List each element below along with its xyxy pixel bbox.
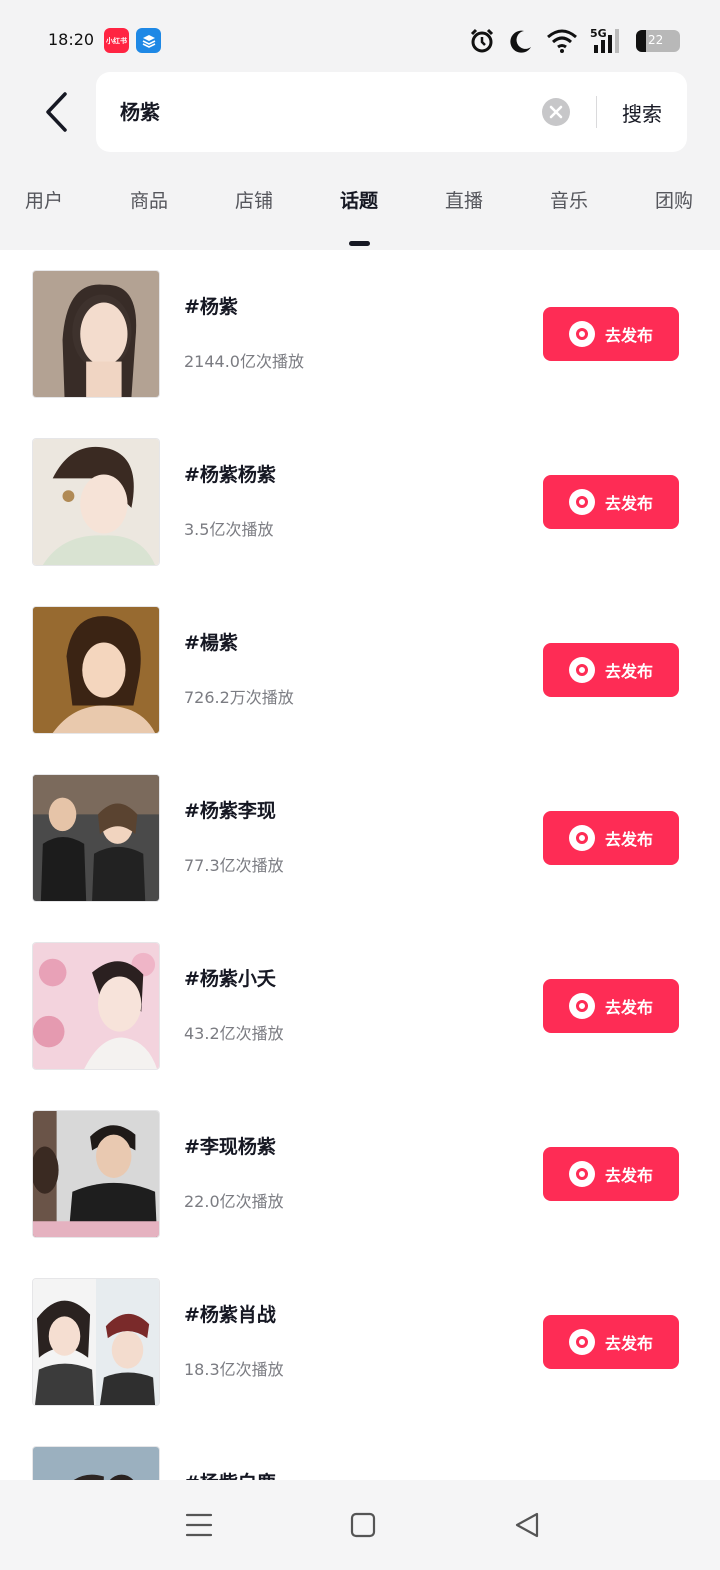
publish-label: 去发布 <box>604 326 653 345</box>
publish-label: 去发布 <box>604 662 653 681</box>
topic-row[interactable]: #杨紫小夭 43.2亿次播放 去发布 <box>0 922 720 1090</box>
topic-thumbnail <box>32 942 160 1070</box>
status-time: 18:20 <box>48 30 95 49</box>
tab-topics[interactable]: 话题 <box>340 186 378 213</box>
topic-title: #杨紫 <box>184 296 238 318</box>
topic-thumbnail <box>32 438 160 566</box>
camera-icon <box>568 321 595 347</box>
battery-level: 22 <box>648 33 664 47</box>
topic-title: #杨紫肖战 <box>184 1304 276 1326</box>
layers-app-icon <box>136 28 161 53</box>
tab-music[interactable]: 音乐 <box>550 186 588 213</box>
topic-views: 2144.0亿次播放 <box>184 352 304 371</box>
publish-label: 去发布 <box>604 998 653 1017</box>
search-box[interactable]: 杨紫 搜索 <box>96 72 687 152</box>
publish-button[interactable]: 去发布 <box>543 1147 679 1201</box>
topic-thumbnail <box>32 606 160 734</box>
topic-row[interactable]: #杨紫肖战 18.3亿次播放 去发布 <box>0 1258 720 1426</box>
tab-products[interactable]: 商品 <box>130 186 168 213</box>
xiaohongshu-app-icon: 小红书 <box>104 28 129 53</box>
topic-title: #杨紫李现 <box>184 800 276 822</box>
camera-icon <box>568 1329 595 1355</box>
topic-row[interactable]: #杨紫 2144.0亿次播放 去发布 <box>0 250 720 418</box>
topic-row[interactable]: #李现杨紫 22.0亿次播放 去发布 <box>0 1090 720 1258</box>
topic-views: 726.2万次播放 <box>184 688 294 707</box>
close-icon <box>549 105 563 119</box>
topic-row[interactable]: #楊紫 726.2万次播放 去发布 <box>0 586 720 754</box>
topic-row[interactable]: #杨紫白鹿 <box>0 1426 720 1480</box>
tab-live[interactable]: 直播 <box>445 186 483 213</box>
topic-views: 3.5亿次播放 <box>184 520 274 539</box>
publish-button[interactable]: 去发布 <box>543 1315 679 1369</box>
topic-views: 18.3亿次播放 <box>184 1360 284 1379</box>
topic-views: 43.2亿次播放 <box>184 1024 284 1043</box>
status-bar: 18:20 小红书 5G 22 <box>0 0 720 80</box>
wifi-icon <box>546 28 578 54</box>
back-button[interactable] <box>36 88 76 136</box>
signal-5g-icon: 5G <box>590 27 624 55</box>
back-triangle-icon[interactable] <box>510 1508 544 1542</box>
battery-icon: 22 <box>636 30 680 52</box>
home-icon[interactable] <box>346 1508 380 1542</box>
publish-button[interactable]: 去发布 <box>543 811 679 865</box>
status-icons: 5G 22 <box>468 26 680 56</box>
publish-label: 去发布 <box>604 830 653 849</box>
moon-icon <box>508 28 534 54</box>
topic-title: #楊紫 <box>184 632 238 654</box>
battery-fill <box>636 30 646 52</box>
chevron-left-icon <box>46 92 67 132</box>
topic-title: #杨紫杨紫 <box>184 464 276 486</box>
alarm-icon <box>468 27 496 55</box>
publish-button[interactable]: 去发布 <box>543 643 679 697</box>
topic-row[interactable]: #杨紫杨紫 3.5亿次播放 去发布 <box>0 418 720 586</box>
camera-icon <box>568 825 595 851</box>
topic-views: 77.3亿次播放 <box>184 856 284 875</box>
topic-thumbnail <box>32 774 160 902</box>
menu-icon[interactable] <box>182 1508 216 1542</box>
tab-indicator <box>349 241 370 246</box>
camera-icon <box>568 489 595 515</box>
camera-icon <box>568 993 595 1019</box>
tab-stores[interactable]: 店铺 <box>235 186 273 213</box>
topic-title: #杨紫白鹿 <box>184 1468 276 1480</box>
publish-button[interactable]: 去发布 <box>543 307 679 361</box>
camera-icon <box>568 657 595 683</box>
search-input[interactable]: 杨紫 <box>120 96 160 125</box>
publish-button[interactable]: 去发布 <box>543 475 679 529</box>
topic-thumbnail <box>32 1110 160 1238</box>
search-button[interactable]: 搜索 <box>622 98 662 127</box>
topic-title: #李现杨紫 <box>184 1136 276 1158</box>
publish-button[interactable]: 去发布 <box>543 979 679 1033</box>
publish-label: 去发布 <box>604 1166 653 1185</box>
tab-group-buy[interactable]: 团购 <box>655 186 693 213</box>
topic-list: #杨紫 2144.0亿次播放 去发布 #杨紫杨紫 3.5亿次播放 去发布 #楊紫… <box>0 250 720 1480</box>
category-tabs: 用户 商品 店铺 话题 直播 音乐 团购 <box>0 186 720 226</box>
topic-views: 22.0亿次播放 <box>184 1192 284 1211</box>
system-navbar <box>0 1480 720 1570</box>
topic-row[interactable]: #杨紫李现 77.3亿次播放 去发布 <box>0 754 720 922</box>
svg-text:5G: 5G <box>590 27 607 40</box>
topic-thumbnail <box>32 270 160 398</box>
publish-label: 去发布 <box>604 494 653 513</box>
topic-thumbnail <box>32 1446 160 1480</box>
search-divider <box>596 96 597 128</box>
clear-search-button[interactable] <box>542 98 570 126</box>
camera-icon <box>568 1161 595 1187</box>
publish-label: 去发布 <box>604 1334 653 1353</box>
topic-thumbnail <box>32 1278 160 1406</box>
topic-title: #杨紫小夭 <box>184 968 276 990</box>
tab-users[interactable]: 用户 <box>25 186 63 213</box>
